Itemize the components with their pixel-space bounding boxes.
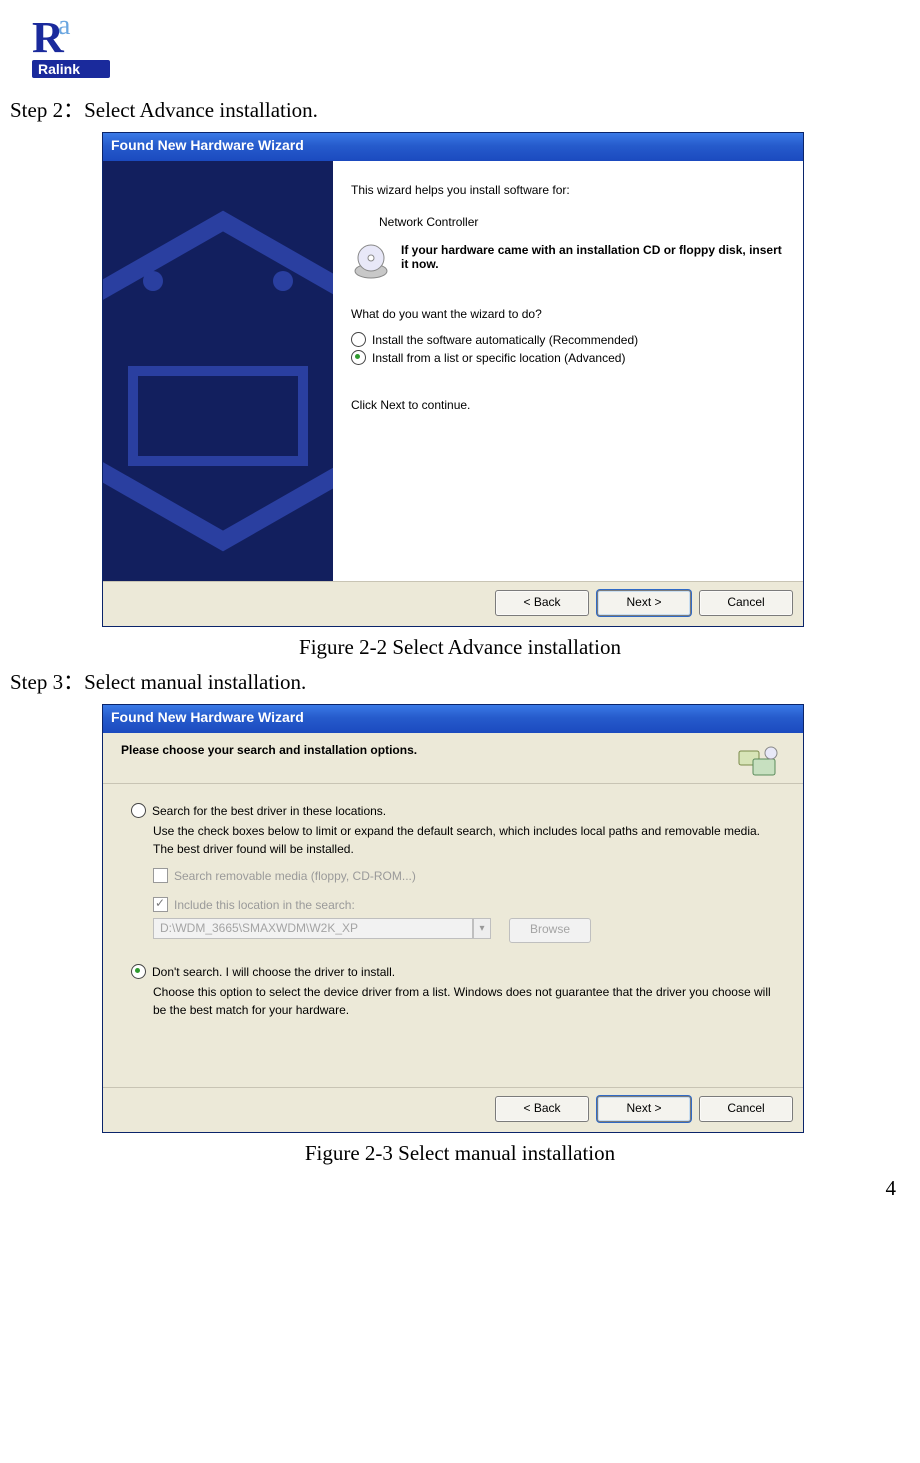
check-removable-label: Search removable media (floppy, CD-ROM..…	[174, 869, 416, 883]
radio-auto[interactable]: Install the software automatically (Reco…	[351, 332, 787, 347]
dialog2-subheader: Please choose your search and installati…	[121, 743, 417, 757]
device-name: Network Controller	[379, 215, 787, 229]
browse-button: Browse	[509, 918, 591, 943]
search-help: Use the check boxes below to limit or ex…	[153, 822, 781, 858]
checkbox-icon	[153, 868, 168, 883]
svg-text:Ralink: Ralink	[38, 61, 80, 77]
cancel-button[interactable]: Cancel	[699, 1096, 793, 1122]
radio-search[interactable]: Search for the best driver in these loca…	[131, 803, 781, 818]
wizard-dialog-2: Found New Hardware Wizard Please choose …	[102, 704, 804, 1133]
radio-icon-checked	[351, 350, 366, 365]
page-number: 4	[10, 1170, 910, 1201]
wizard-dialog-1: Found New Hardware Wizard This wizard he…	[102, 132, 804, 627]
cancel-button[interactable]: Cancel	[699, 590, 793, 616]
brand-logo: R a Ralink	[10, 0, 910, 88]
radio-auto-label: Install the software automatically (Reco…	[372, 333, 638, 347]
check-include-label: Include this location in the search:	[174, 898, 355, 912]
back-button[interactable]: < Back	[495, 590, 589, 616]
dont-help: Choose this option to select the device …	[153, 983, 781, 1019]
devices-icon	[735, 743, 781, 786]
svg-text:a: a	[58, 10, 71, 41]
dialog2-title: Found New Hardware Wizard	[103, 705, 803, 733]
radio-advanced[interactable]: Install from a list or specific location…	[351, 350, 787, 365]
radio-search-label: Search for the best driver in these loca…	[152, 804, 386, 818]
checkbox-checked-icon	[153, 897, 168, 912]
radio-icon	[351, 332, 366, 347]
wizard1-intro: This wizard helps you install software f…	[351, 183, 787, 197]
dialog1-title: Found New Hardware Wizard	[103, 133, 803, 161]
wizard1-question: What do you want the wizard to do?	[351, 307, 787, 321]
figure-2-2-caption: Figure 2-2 Select Advance installation	[10, 635, 910, 660]
radio-dont-label: Don't search. I will choose the driver t…	[152, 965, 395, 979]
radio-dont-search[interactable]: Don't search. I will choose the driver t…	[131, 964, 781, 979]
check-removable: Search removable media (floppy, CD-ROM..…	[153, 868, 781, 883]
dialog2-subheader-row: Please choose your search and installati…	[103, 733, 803, 784]
path-input: D:\WDM_3665\SMAXWDM\W2K_XP	[153, 918, 473, 939]
step3-text: Step 3：Select manual installation.	[10, 666, 910, 696]
check-include: Include this location in the search:	[153, 897, 781, 912]
next-button[interactable]: Next >	[597, 590, 691, 616]
dropdown-arrow-icon: ▾	[473, 918, 491, 939]
back-button[interactable]: < Back	[495, 1096, 589, 1122]
next-button[interactable]: Next >	[597, 1096, 691, 1122]
radio-advanced-label: Install from a list or specific location…	[372, 351, 625, 365]
cd-icon	[351, 243, 391, 283]
radio-icon	[131, 803, 146, 818]
step2-text: Step 2：Select Advance installation.	[10, 94, 910, 124]
figure-2-3-caption: Figure 2-3 Select manual installation	[10, 1141, 910, 1166]
wizard-sidebar	[103, 161, 333, 581]
radio-icon-checked	[131, 964, 146, 979]
cd-hint: If your hardware came with an installati…	[401, 243, 787, 271]
continue-text: Click Next to continue.	[351, 398, 787, 412]
